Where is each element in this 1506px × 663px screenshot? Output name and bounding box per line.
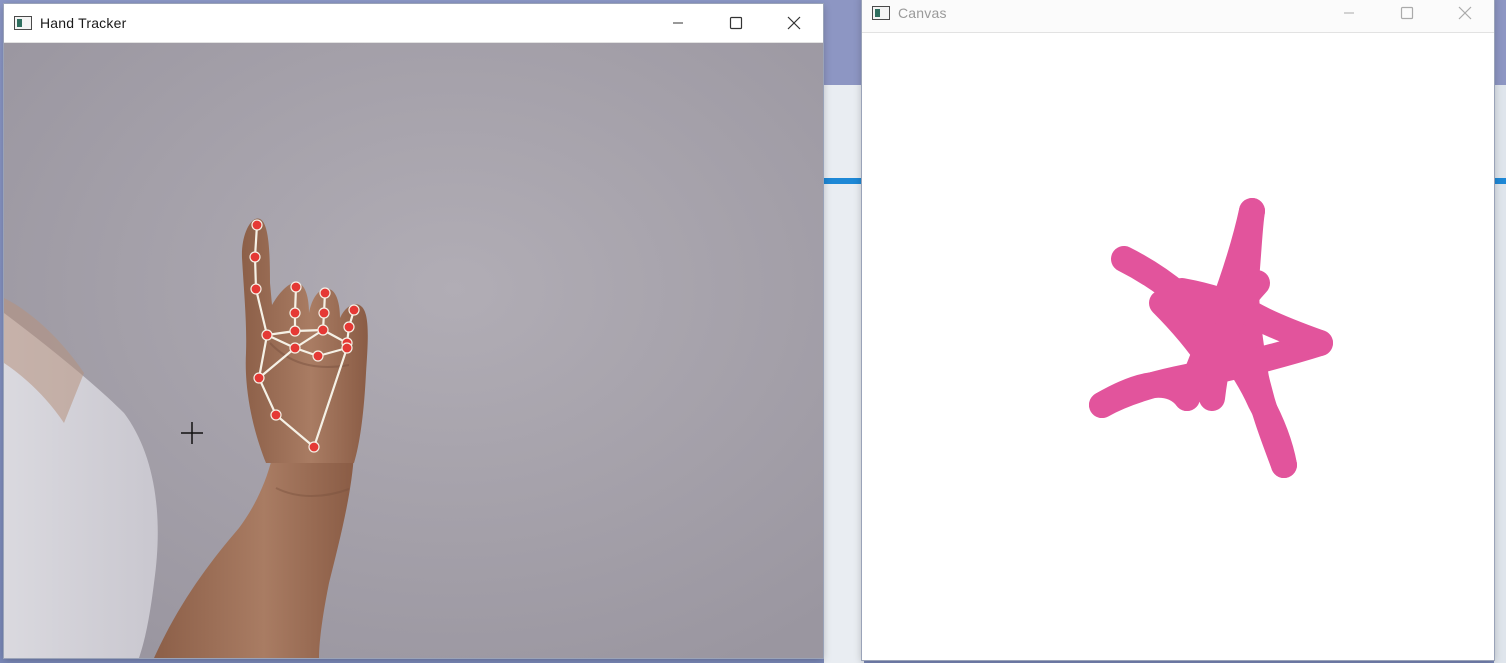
minimize-icon xyxy=(1344,12,1354,14)
landmark xyxy=(289,342,301,354)
webcam-frame xyxy=(4,43,823,658)
canvas-window[interactable]: Canvas xyxy=(862,0,1494,660)
maximize-icon xyxy=(729,16,743,30)
window-title: Hand Tracker xyxy=(40,15,127,31)
background-window-edge xyxy=(1494,0,1506,663)
landmark xyxy=(289,325,301,337)
landmark xyxy=(319,287,331,299)
close-icon xyxy=(787,16,801,30)
drawing-canvas[interactable] xyxy=(862,33,1494,660)
landmark-index-tip xyxy=(251,219,263,231)
hand-tracker-window[interactable]: Hand Tracker xyxy=(4,4,823,658)
window-title: Canvas xyxy=(898,5,947,21)
desktop: Hand Tracker Canvas xyxy=(0,0,1506,663)
landmark xyxy=(253,372,265,384)
app-icon xyxy=(872,6,890,20)
close-button[interactable] xyxy=(1436,0,1494,32)
close-button[interactable] xyxy=(765,4,823,42)
background-taskbar-area xyxy=(824,0,864,85)
landmark xyxy=(348,304,360,316)
maximize-button[interactable] xyxy=(707,4,765,42)
background-accent-line-right xyxy=(1494,178,1506,184)
landmark xyxy=(312,350,324,362)
landmark xyxy=(317,324,329,336)
hand-tracker-titlebar[interactable]: Hand Tracker xyxy=(4,4,823,43)
minimize-button[interactable] xyxy=(649,4,707,42)
drawn-star-stroke xyxy=(1089,198,1333,478)
landmark xyxy=(341,342,353,354)
canvas-titlebar[interactable]: Canvas xyxy=(862,0,1494,33)
background-window-strip xyxy=(824,0,864,663)
landmark xyxy=(250,283,262,295)
landmark xyxy=(343,321,355,333)
minimize-icon xyxy=(673,22,683,24)
app-icon xyxy=(14,16,32,30)
close-icon xyxy=(1458,6,1472,20)
landmark-wrist xyxy=(308,441,320,453)
landmark xyxy=(289,307,301,319)
landmark xyxy=(270,409,282,421)
background-taskbar-area-right xyxy=(1494,0,1506,85)
background-accent-line xyxy=(824,178,864,184)
maximize-button[interactable] xyxy=(1378,0,1436,32)
webcam-feed[interactable] xyxy=(4,43,823,658)
landmark xyxy=(261,329,273,341)
minimize-button[interactable] xyxy=(1320,0,1378,32)
maximize-icon xyxy=(1400,6,1414,20)
landmark xyxy=(249,251,261,263)
landmark xyxy=(318,307,330,319)
window-controls xyxy=(1320,0,1494,32)
window-controls xyxy=(649,4,823,42)
drawing-surface xyxy=(1089,198,1333,478)
landmark xyxy=(290,281,302,293)
